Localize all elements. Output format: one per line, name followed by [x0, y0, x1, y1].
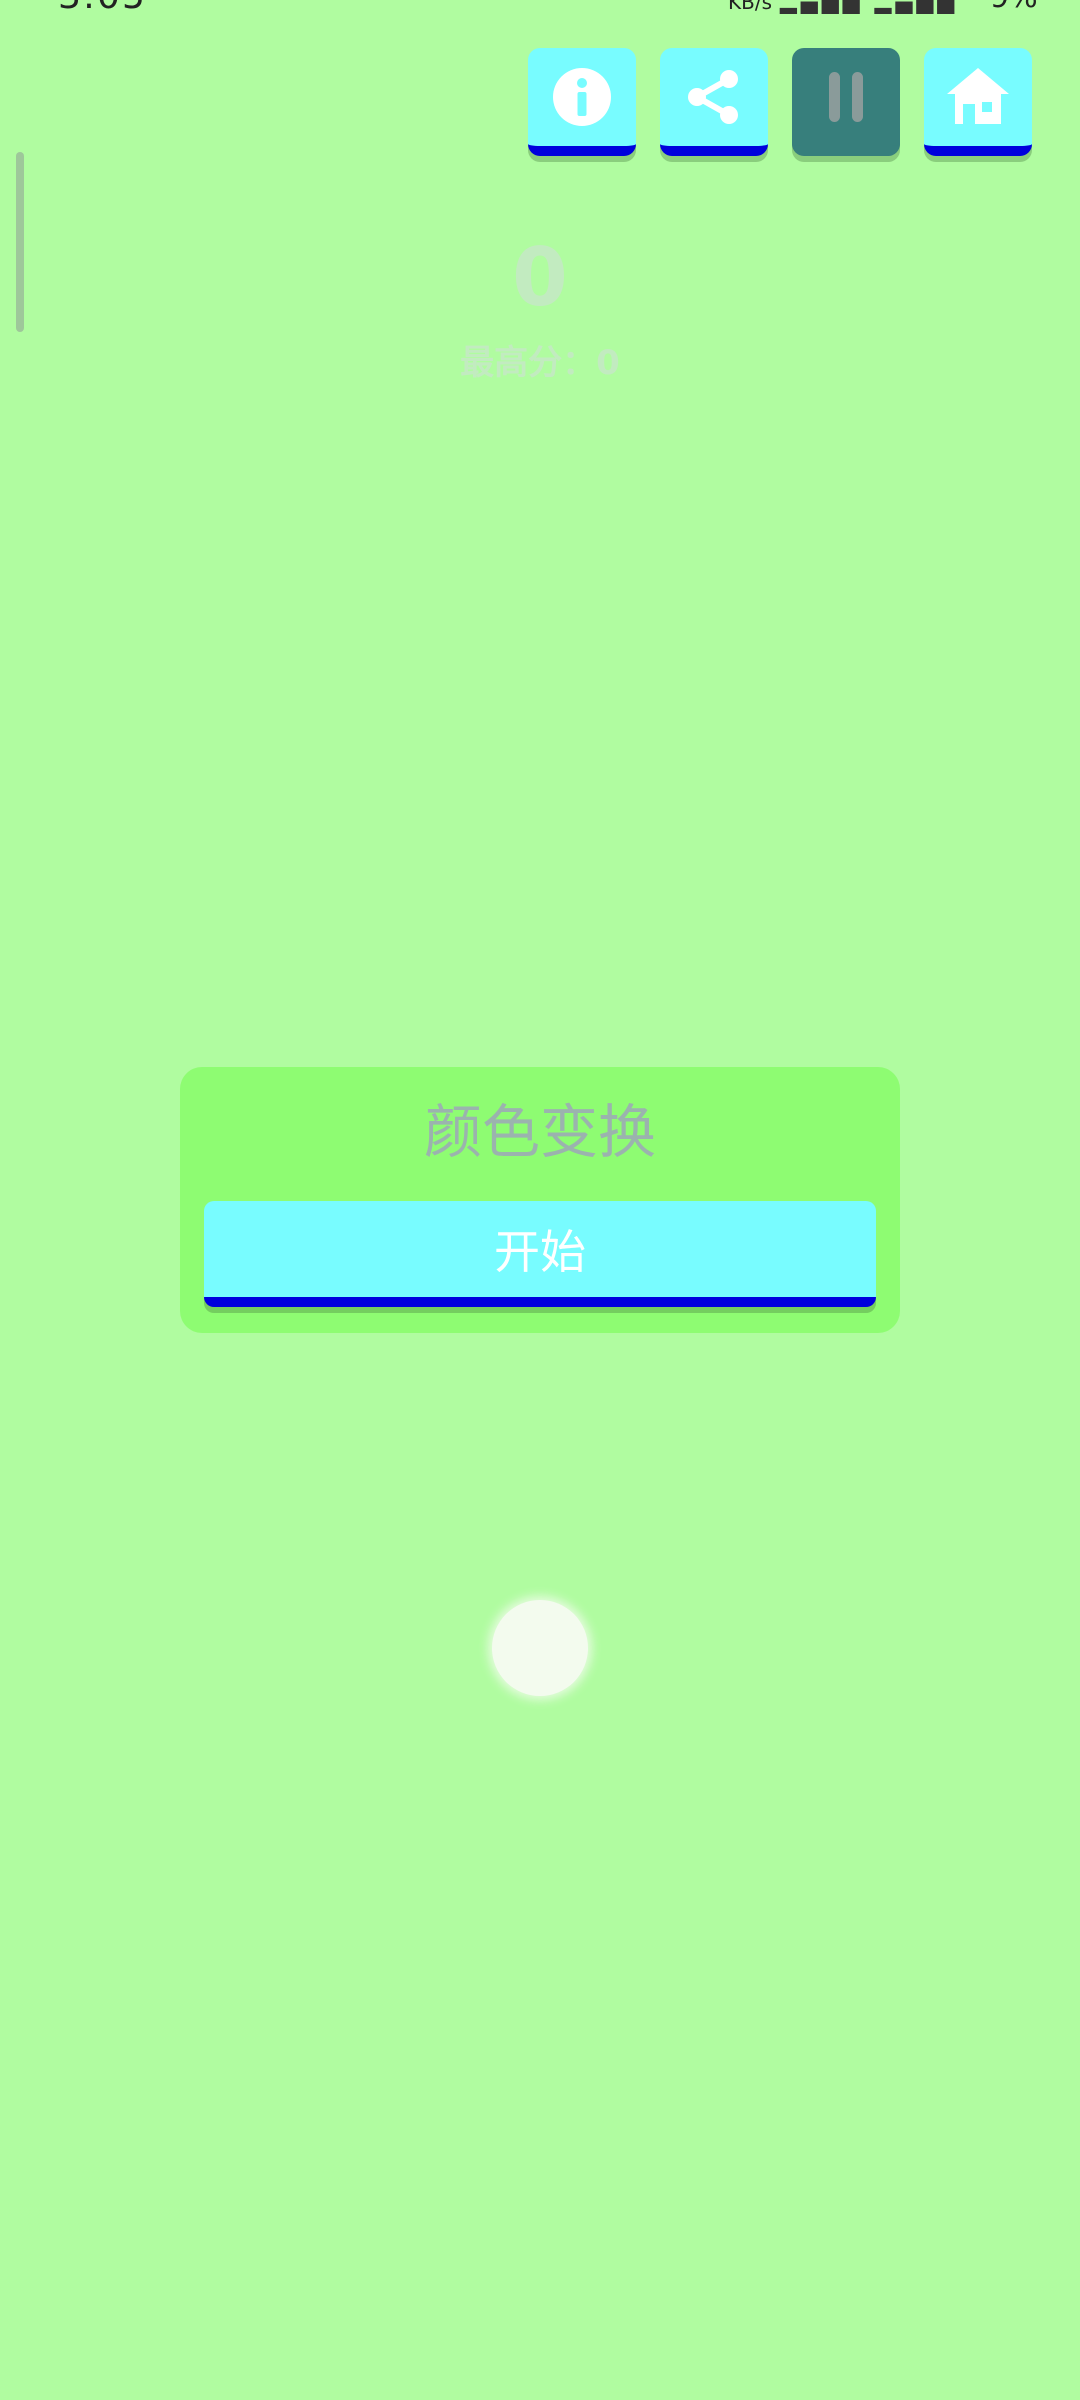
- current-score: 0: [512, 231, 568, 324]
- start-button-label: 开始: [494, 1225, 586, 1279]
- info-button[interactable]: [528, 48, 636, 156]
- game-title: 颜色变换: [423, 1098, 656, 1166]
- home-button[interactable]: [924, 48, 1032, 156]
- pause-icon: [815, 66, 877, 128]
- start-button[interactable]: 开始: [204, 1201, 876, 1307]
- network-speed: KB/s: [728, 0, 772, 14]
- signal-icon: ▂▄▆█ ▂▄▆█: [780, 0, 959, 14]
- best-score: 最高分：0: [460, 343, 620, 383]
- info-icon: [551, 66, 613, 128]
- pause-button[interactable]: [792, 48, 900, 156]
- start-dialog: 颜色变换 开始: [180, 1067, 900, 1333]
- status-time: 3:05: [58, 0, 147, 14]
- battery-level: 9%: [990, 0, 1038, 14]
- status-bar: 3:05 KB/s ▂▄▆█ ▂▄▆█ 9%: [0, 0, 1080, 14]
- home-icon: [945, 66, 1011, 128]
- share-icon: [683, 66, 745, 128]
- player-ball[interactable]: [492, 1600, 588, 1696]
- share-button[interactable]: [660, 48, 768, 156]
